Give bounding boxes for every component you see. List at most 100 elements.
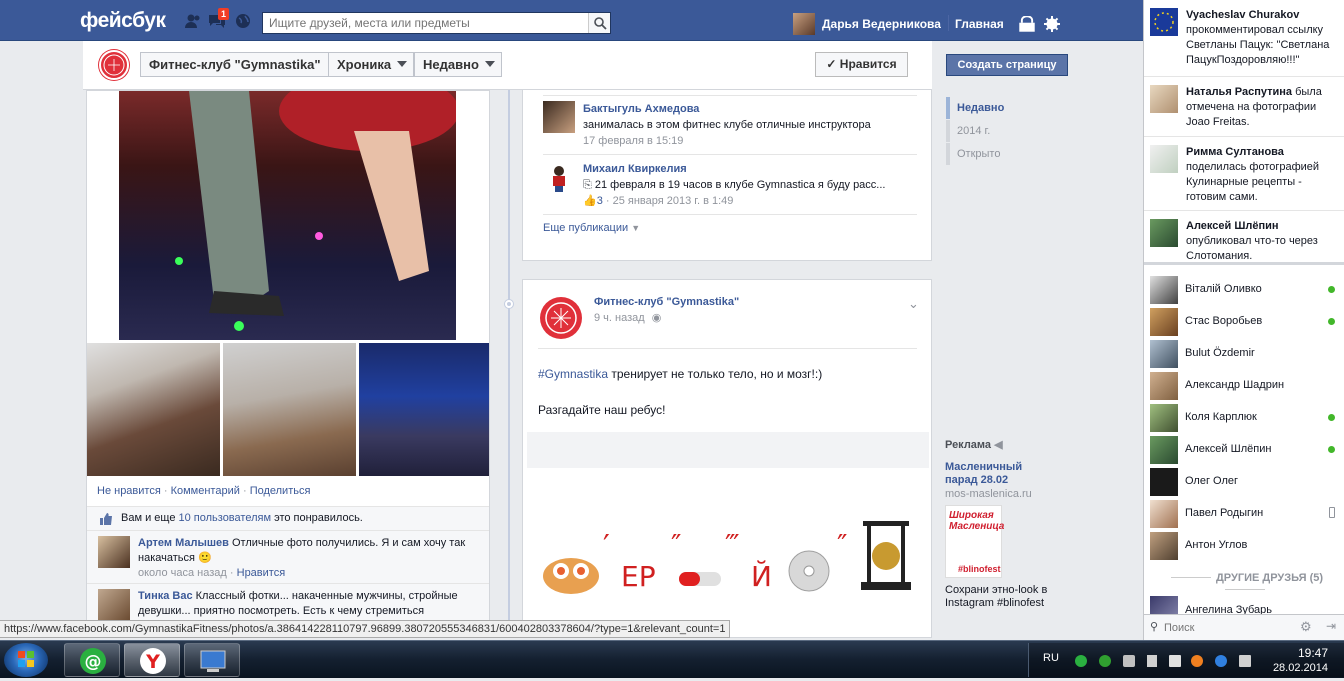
attachment-icon: ⎘: [583, 179, 592, 191]
post-options-chevron-icon[interactable]: ⌄: [908, 296, 919, 312]
page-logo[interactable]: [540, 297, 582, 339]
post-author[interactable]: Михаил Квиркелия: [583, 163, 687, 175]
start-button[interactable]: [4, 643, 48, 677]
ticker-item[interactable]: Римма Султанова поделилась фотографией К…: [1144, 137, 1344, 211]
home-link[interactable]: Главная: [955, 17, 1004, 31]
hashtag-link[interactable]: #Gymnastika: [538, 367, 608, 381]
search-box[interactable]: [262, 12, 611, 34]
photo-thumbnail[interactable]: [359, 343, 489, 476]
mail-agent-tray-icon[interactable]: [1075, 655, 1087, 667]
divider: [1144, 262, 1344, 265]
page-logo[interactable]: [99, 50, 129, 80]
ads-label: Реклама: [945, 439, 992, 451]
chat-contact[interactable]: Коля Карплюк: [1144, 402, 1344, 434]
timeline-dropdown[interactable]: Хроника: [328, 52, 415, 77]
yandex-browser-taskbar-button[interactable]: Y: [124, 643, 180, 677]
expand-sidebar-icon[interactable]: ⇥: [1326, 619, 1336, 633]
ticker-item[interactable]: Алексей Шлёпин опубликовал что-то через …: [1144, 211, 1344, 259]
year-nav-2014[interactable]: 2014 г.: [946, 120, 1076, 142]
comment-time[interactable]: около часа назад: [138, 567, 227, 579]
ad-image[interactable]: Широкая Масленица #blinofest: [945, 505, 1004, 578]
ticker-author: Римма Султанова: [1186, 146, 1284, 158]
post-text: Разгадайте наш ребус!: [538, 403, 666, 417]
year-nav-recent[interactable]: Недавно: [946, 97, 1076, 119]
profile-link[interactable]: Дарья Ведерникова: [822, 17, 941, 31]
ticker-author: Vyacheslav Churakov: [1186, 9, 1300, 21]
chat-search-bar: ⚲ ⚙ ⇥: [1144, 614, 1344, 640]
post-author[interactable]: Фитнес-клуб "Gymnastika": [594, 296, 739, 308]
update-tray-icon[interactable]: [1191, 655, 1203, 667]
notifications-globe-icon[interactable]: [234, 13, 252, 29]
avatar[interactable]: [543, 101, 575, 133]
create-page-button[interactable]: Создать страницу: [946, 54, 1068, 76]
chat-search-input[interactable]: [1150, 619, 1290, 636]
chat-contact[interactable]: Ангелина Зубарь: [1144, 594, 1344, 614]
page-name-button[interactable]: Фитнес-клуб "Gymnastika": [140, 52, 330, 77]
icq-tray-icon[interactable]: [1099, 655, 1111, 667]
chat-contact[interactable]: Стас Воробьев: [1144, 306, 1344, 338]
chat-contact[interactable]: Павел Родыгин: [1144, 498, 1344, 530]
avatar: [1150, 145, 1178, 173]
likes-count-link[interactable]: 10 пользователям: [179, 512, 272, 524]
recent-dropdown[interactable]: Недавно: [414, 52, 502, 77]
svg-text:″: ″: [671, 528, 681, 561]
ad-title[interactable]: Масленичный парад 28.02: [945, 461, 1055, 487]
settings-gear-icon[interactable]: [1043, 16, 1060, 32]
comment-link[interactable]: Комментарий: [171, 485, 240, 497]
chat-settings-gear-icon[interactable]: ⚙: [1300, 619, 1312, 635]
post-time[interactable]: · 25 января 2013 г. в 1:49: [606, 195, 734, 207]
avatar[interactable]: [98, 536, 130, 568]
post-text: занималась в этом фитнес клубе отличные …: [583, 119, 871, 131]
ad-url[interactable]: mos-maslenica.ru: [945, 488, 1032, 500]
language-indicator[interactable]: RU: [1043, 652, 1059, 664]
link-preview-header: [527, 432, 929, 468]
ticker-item[interactable]: Vyacheslav Churakov прокомментировал ссы…: [1144, 0, 1344, 77]
search-input[interactable]: [263, 13, 583, 33]
like-page-button[interactable]: ✓ Нравится: [815, 52, 908, 77]
user-avatar[interactable]: [793, 13, 815, 35]
main-photo[interactable]: [119, 91, 459, 340]
computer-taskbar-button[interactable]: [184, 643, 240, 677]
avatar[interactable]: [98, 589, 130, 621]
avatar: [1150, 340, 1178, 368]
ticker-item[interactable]: Наталья Распутина была отмечена на фотог…: [1144, 77, 1344, 137]
share-link[interactable]: Поделиться: [250, 485, 311, 497]
post-time-text[interactable]: 9 ч. назад: [594, 312, 645, 324]
contact-name: Коля Карплюк: [1185, 411, 1257, 423]
chat-contact[interactable]: Александр Шадрин: [1144, 370, 1344, 402]
friend-requests-icon[interactable]: [184, 13, 202, 29]
chat-contact[interactable]: Bulut Özdemir: [1144, 338, 1344, 370]
chat-contact[interactable]: Антон Углов: [1144, 530, 1344, 562]
volume-icon[interactable]: [1239, 655, 1251, 667]
network-tray-icon[interactable]: [1215, 655, 1227, 667]
privacy-shortcuts-icon[interactable]: [1018, 15, 1035, 32]
mail-agent-taskbar-button[interactable]: @: [64, 643, 120, 677]
comment-like-link[interactable]: Нравится: [237, 567, 286, 579]
facebook-logo[interactable]: фейсбук: [80, 9, 166, 33]
security-tray-icon[interactable]: [1123, 655, 1135, 667]
photo-thumbnail[interactable]: [223, 343, 356, 476]
year-nav-opened[interactable]: Открыто: [946, 143, 1076, 165]
svg-text:″: ″: [837, 528, 847, 561]
action-center-flag-icon[interactable]: [1169, 655, 1181, 667]
chat-contact[interactable]: Олег Олег: [1144, 466, 1344, 498]
signal-tray-icon[interactable]: [1147, 655, 1157, 667]
clock-date[interactable]: 28.02.2014: [1273, 662, 1328, 674]
post-author[interactable]: Бактыгуль Ахмедова: [583, 103, 699, 115]
thumbs-up-icon: [99, 512, 113, 526]
clock-time[interactable]: 19:47: [1298, 646, 1328, 660]
chat-contact[interactable]: Алексей Шлёпин: [1144, 434, 1344, 466]
unlike-link[interactable]: Не нравится: [97, 485, 161, 497]
windows-taskbar: @ Y RU 19:47 28.02.2014: [0, 640, 1344, 678]
rebus-image[interactable]: ′ ЕР ″ ‴ Й ″: [541, 516, 921, 606]
avatar[interactable]: [543, 161, 575, 193]
photo-thumbnail[interactable]: [87, 343, 220, 476]
chat-contact[interactable]: Віталій Оливко: [1144, 274, 1344, 306]
more-posts-link[interactable]: Еще публикации ▼: [543, 222, 640, 234]
avatar: [1150, 436, 1178, 464]
search-icon[interactable]: [588, 13, 610, 33]
comment-author[interactable]: Тинка Вас: [138, 590, 193, 602]
post-time[interactable]: 17 февраля в 15:19: [583, 135, 683, 147]
comment-author[interactable]: Артем Малышев: [138, 537, 229, 549]
likes-count[interactable]: 3: [597, 195, 603, 207]
